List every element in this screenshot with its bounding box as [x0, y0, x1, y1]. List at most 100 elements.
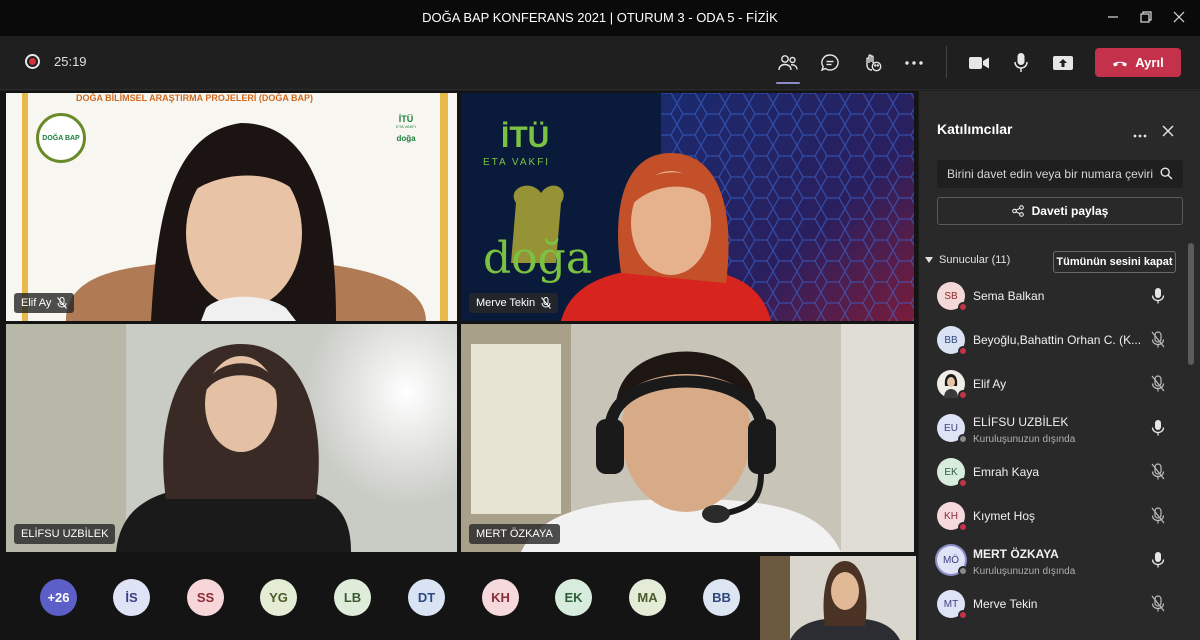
panel-more-icon[interactable]: [1133, 125, 1149, 138]
avatar: [937, 370, 968, 400]
participant-avatar[interactable]: İS: [113, 579, 150, 616]
participant-row[interactable]: EK Emrah Kaya: [919, 452, 1189, 496]
mic-muted-icon[interactable]: [1151, 507, 1167, 525]
participant-name: MERT ÖZKAYA: [476, 528, 553, 540]
presence-status-icon: [958, 390, 968, 400]
recording-icon: [25, 54, 40, 69]
video-stage: DOĞA BİLİMSEL ARAŞTIRMA PROJELERİ (DOĞA …: [0, 91, 918, 640]
video-tile-mert-ozkaya[interactable]: MERT ÖZKAYA: [461, 324, 914, 552]
participant-avatar[interactable]: KH: [482, 579, 519, 616]
participant-external-label: Kuruluşunuzun dışında: [973, 566, 1076, 577]
more-actions-icon[interactable]: [901, 50, 927, 76]
participant-name: Elif Ay: [973, 377, 1007, 391]
meeting-toolbar: 25:19 Ayrıl: [0, 36, 1200, 90]
video-tile-elifsu-uzbilek[interactable]: ELİFSU UZBİLEK: [6, 324, 457, 552]
participant-name: ELİFSU UZBİLEK: [973, 415, 1069, 429]
reactions-icon[interactable]: [859, 50, 885, 76]
participant-name: Emrah Kaya: [973, 465, 1040, 479]
presence-status-icon: [958, 346, 968, 356]
video-tile-merve-tekin[interactable]: İTÜ ETA VAKFI doğa Merve Tekin: [461, 93, 914, 321]
participant-name: Beyoğlu,Bahattin Orhan C. (K...: [973, 333, 1142, 347]
share-icon: [1011, 205, 1024, 217]
presence-status-icon: [958, 302, 968, 312]
mic-muted-icon[interactable]: [1151, 595, 1167, 613]
participant-name: Merve Tekin: [973, 597, 1038, 611]
participant-name: Elif Ay: [21, 297, 52, 309]
microphone-icon[interactable]: [1008, 50, 1034, 76]
microphone-icon[interactable]: [1151, 551, 1167, 569]
microphone-icon[interactable]: [1151, 419, 1167, 437]
mute-all-button[interactable]: Tümünün sesini kapat: [1053, 251, 1176, 273]
presence-status-icon: [958, 522, 968, 532]
participant-row[interactable]: MT Merve Tekin: [919, 584, 1189, 628]
participant-row[interactable]: BB Beyoğlu,Bahattin Orhan C. (K...: [919, 320, 1189, 364]
participant-name: Kıymet Hoş: [973, 509, 1036, 523]
presence-status-icon: [958, 610, 968, 620]
participant-avatar[interactable]: MA: [629, 579, 666, 616]
participant-avatar[interactable]: SS: [187, 579, 224, 616]
doga-bap-logo: DOĞA BAP: [36, 113, 86, 163]
share-invite-button[interactable]: Daveti paylaş: [937, 197, 1183, 225]
logo-eta-text: ETA VAKFI: [396, 124, 416, 129]
avatar-initials: MT: [943, 598, 959, 610]
avatar: MT: [937, 590, 968, 620]
share-screen-icon[interactable]: [1050, 50, 1076, 76]
participant-row[interactable]: KH Kıymet Hoş: [919, 496, 1189, 540]
participant-row[interactable]: MÖ MERT ÖZKAYA Kuruluşunuzun dışında: [919, 540, 1189, 584]
participant-nametag: Merve Tekin: [469, 293, 559, 313]
meeting-timer: 25:19: [54, 54, 87, 69]
conference-banner-text: DOĞA BİLİMSEL ARAŞTIRMA PROJELERİ (DOĞA …: [76, 93, 314, 103]
avatar: KH: [937, 502, 968, 532]
participant-name: ELİFSU UZBİLEK: [21, 528, 109, 540]
mic-muted-icon: [541, 297, 551, 309]
mic-muted-icon[interactable]: [1151, 375, 1167, 393]
chat-icon[interactable]: [817, 50, 843, 76]
doga-logo-text: doğa: [483, 233, 593, 284]
self-view-video[interactable]: [760, 556, 916, 640]
close-panel-icon[interactable]: [1162, 124, 1176, 138]
participant-nametag: Elif Ay: [14, 293, 75, 313]
participant-avatar[interactable]: EK: [555, 579, 592, 616]
presenters-section-header[interactable]: Sunucular (11): [925, 254, 1010, 266]
panel-scrollbar[interactable]: [1188, 243, 1194, 365]
eta-vakfi-text: ETA VAKFI: [483, 157, 551, 168]
video-feed-image: [6, 324, 457, 552]
search-icon[interactable]: [1160, 167, 1174, 181]
participant-avatar[interactable]: YG: [260, 579, 297, 616]
mic-muted-icon[interactable]: [1151, 331, 1167, 349]
close-window-icon[interactable]: [1169, 8, 1189, 28]
presence-status-icon: [958, 478, 968, 488]
participant-avatar[interactable]: LB: [334, 579, 371, 616]
avatar: EK: [937, 458, 968, 488]
avatar-initials: EU: [944, 422, 958, 434]
video-tile-elif-ay[interactable]: DOĞA BİLİMSEL ARAŞTIRMA PROJELERİ (DOĞA …: [6, 93, 457, 321]
leave-label: Ayrıl: [1135, 55, 1164, 70]
avatar-initials: EK: [944, 466, 958, 478]
participant-avatar[interactable]: DT: [408, 579, 445, 616]
window-title: DOĞA BAP KONFERANS 2021 | OTURUM 3 - ODA…: [422, 10, 778, 25]
title-bar: DOĞA BAP KONFERANS 2021 | OTURUM 3 - ODA…: [0, 0, 1200, 36]
avatar-initials: SB: [944, 290, 958, 302]
hang-up-icon: [1113, 61, 1128, 66]
leave-button[interactable]: Ayrıl: [1095, 48, 1181, 77]
participant-avatar[interactable]: BB: [703, 579, 740, 616]
participant-row[interactable]: EU ELİFSU UZBİLEK Kuruluşunuzun dışında: [919, 408, 1189, 452]
mic-muted-icon: [57, 297, 68, 309]
more-participants-avatar[interactable]: +26: [40, 579, 77, 616]
minimize-icon[interactable]: [1103, 8, 1123, 28]
share-invite-label: Daveti paylaş: [1031, 204, 1109, 218]
mic-muted-icon[interactable]: [1151, 463, 1167, 481]
participant-row[interactable]: Elif Ay: [919, 364, 1189, 408]
participants-icon[interactable]: [775, 50, 801, 84]
presence-status-icon: [958, 566, 968, 576]
camera-icon[interactable]: [966, 50, 992, 76]
itu-eta-logo: İTÜ ETA VAKFI doğa: [391, 115, 421, 144]
restore-icon[interactable]: [1136, 8, 1156, 28]
invite-search-input[interactable]: [937, 160, 1183, 188]
microphone-icon[interactable]: [1151, 287, 1167, 305]
participant-row[interactable]: SB Sema Balkan: [919, 276, 1189, 320]
chevron-down-icon: [925, 257, 933, 263]
video-feed-image: [461, 324, 914, 552]
participant-nametag: ELİFSU UZBİLEK: [14, 524, 116, 544]
avatar: SB: [937, 282, 968, 312]
